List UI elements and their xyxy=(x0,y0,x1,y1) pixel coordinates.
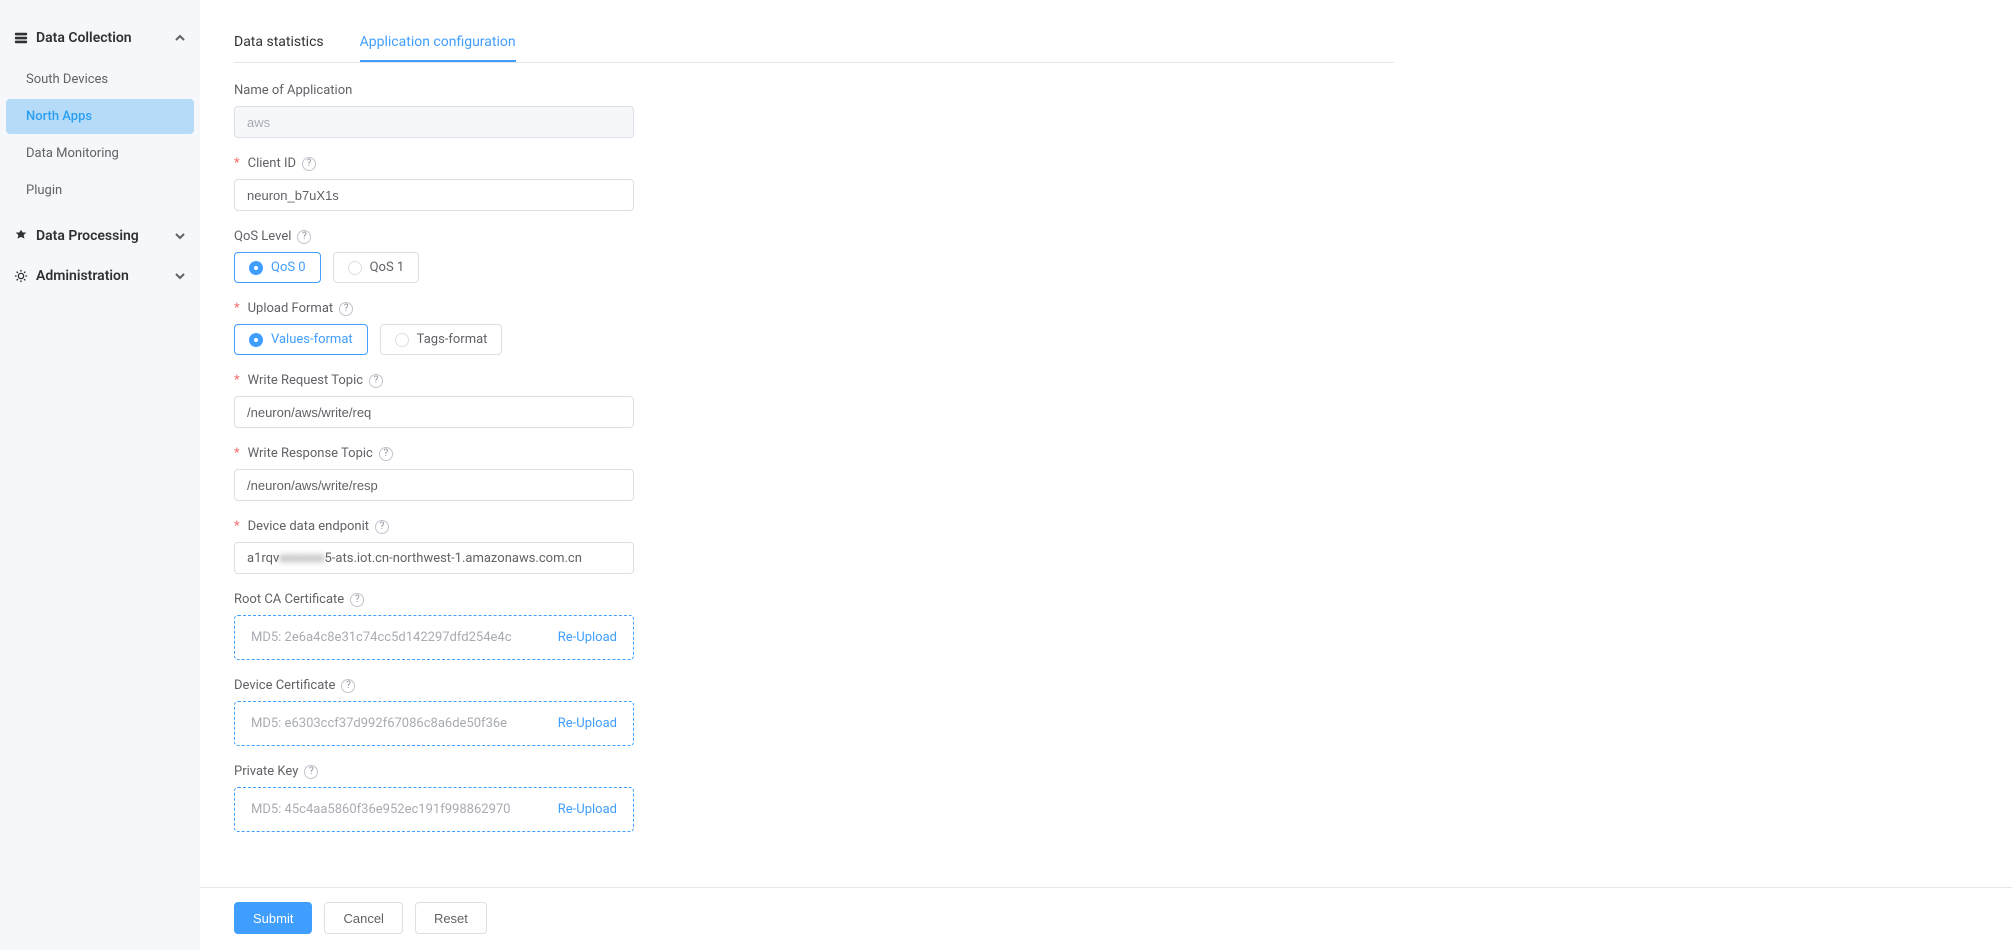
reupload-link[interactable]: Re-Upload xyxy=(558,716,617,731)
label-upload-format: Upload Format xyxy=(248,301,334,316)
label-root-ca: Root CA Certificate xyxy=(234,592,344,607)
label-app-name: Name of Application xyxy=(234,83,352,98)
required-marker: * xyxy=(234,446,240,461)
help-icon[interactable]: ? xyxy=(379,447,393,461)
write-request-input[interactable] xyxy=(234,396,634,428)
database-icon xyxy=(14,31,28,45)
menu-administration[interactable]: Administration xyxy=(0,258,200,294)
required-marker: * xyxy=(234,301,240,316)
label-private-key: Private Key xyxy=(234,764,298,779)
help-icon[interactable]: ? xyxy=(339,302,353,316)
footer-actions: Submit Cancel Reset xyxy=(200,887,2012,948)
reupload-link[interactable]: Re-Upload xyxy=(558,802,617,817)
md5-text: MD5: 45c4aa5860f36e952ec191f998862970 xyxy=(251,802,511,817)
config-form: Name of Application * Client ID? QoS Leve… xyxy=(234,83,634,832)
help-icon[interactable]: ? xyxy=(369,374,383,388)
radio-dot-icon xyxy=(249,261,263,275)
required-marker: * xyxy=(234,519,240,534)
client-id-input[interactable] xyxy=(234,179,634,211)
tabs: Data statistics Application configuratio… xyxy=(234,24,1394,63)
help-icon[interactable]: ? xyxy=(341,679,355,693)
sidebar-item-data-monitoring[interactable]: Data Monitoring xyxy=(6,136,194,171)
label-client-id: Client ID xyxy=(248,156,296,171)
label-write-req: Write Request Topic xyxy=(248,373,363,388)
label-write-resp: Write Response Topic xyxy=(248,446,373,461)
menu-label: Administration xyxy=(36,268,129,284)
radio-tags-format[interactable]: Tags-format xyxy=(380,324,503,355)
device-cert-upload: MD5: e6303ccf37d992f67086c8a6de50f36e Re… xyxy=(234,701,634,746)
label-endpoint: Device data endponit xyxy=(248,519,369,534)
menu-label: Data Collection xyxy=(36,30,132,46)
chevron-up-icon xyxy=(174,32,186,44)
radio-qos-1[interactable]: QoS 1 xyxy=(333,252,420,283)
radio-qos-0[interactable]: QoS 0 xyxy=(234,252,321,283)
help-icon[interactable]: ? xyxy=(302,157,316,171)
help-icon[interactable]: ? xyxy=(297,230,311,244)
chevron-down-icon xyxy=(174,230,186,242)
label-dev-cert: Device Certificate xyxy=(234,678,335,693)
submit-button[interactable]: Submit xyxy=(234,902,312,934)
tab-application-configuration[interactable]: Application configuration xyxy=(360,24,516,62)
main-content: Data statistics Application configuratio… xyxy=(200,0,2012,950)
reset-button[interactable]: Reset xyxy=(415,902,487,934)
app-name-input xyxy=(234,106,634,138)
sidebar: Data Collection South Devices North Apps… xyxy=(0,0,200,950)
root-ca-upload: MD5: 2e6a4c8e31c74cc5d142297dfd254e4c Re… xyxy=(234,615,634,660)
radio-dot-icon xyxy=(395,333,409,347)
cancel-button[interactable]: Cancel xyxy=(324,902,402,934)
processing-icon xyxy=(14,229,28,243)
chevron-down-icon xyxy=(174,270,186,282)
label-qos: QoS Level xyxy=(234,229,291,244)
sidebar-item-plugin[interactable]: Plugin xyxy=(6,173,194,208)
radio-dot-icon xyxy=(348,261,362,275)
md5-text: MD5: 2e6a4c8e31c74cc5d142297dfd254e4c xyxy=(251,630,512,645)
sidebar-item-north-apps[interactable]: North Apps xyxy=(6,99,194,134)
menu-data-processing[interactable]: Data Processing xyxy=(0,218,200,254)
endpoint-input[interactable]: a1rqvxxxxxxx5-ats.iot.cn-northwest-1.ama… xyxy=(234,542,634,574)
md5-text: MD5: e6303ccf37d992f67086c8a6de50f36e xyxy=(251,716,507,731)
help-icon[interactable]: ? xyxy=(304,765,318,779)
radio-values-format[interactable]: Values-format xyxy=(234,324,368,355)
tab-data-statistics[interactable]: Data statistics xyxy=(234,24,324,62)
required-marker: * xyxy=(234,373,240,388)
help-icon[interactable]: ? xyxy=(350,593,364,607)
radio-dot-icon xyxy=(249,333,263,347)
reupload-link[interactable]: Re-Upload xyxy=(558,630,617,645)
private-key-upload: MD5: 45c4aa5860f36e952ec191f998862970 Re… xyxy=(234,787,634,832)
help-icon[interactable]: ? xyxy=(375,520,389,534)
write-response-input[interactable] xyxy=(234,469,634,501)
menu-label: Data Processing xyxy=(36,228,139,244)
sidebar-item-south-devices[interactable]: South Devices xyxy=(6,62,194,97)
required-marker: * xyxy=(234,156,240,171)
menu-data-collection[interactable]: Data Collection xyxy=(0,20,200,56)
gear-icon xyxy=(14,269,28,283)
